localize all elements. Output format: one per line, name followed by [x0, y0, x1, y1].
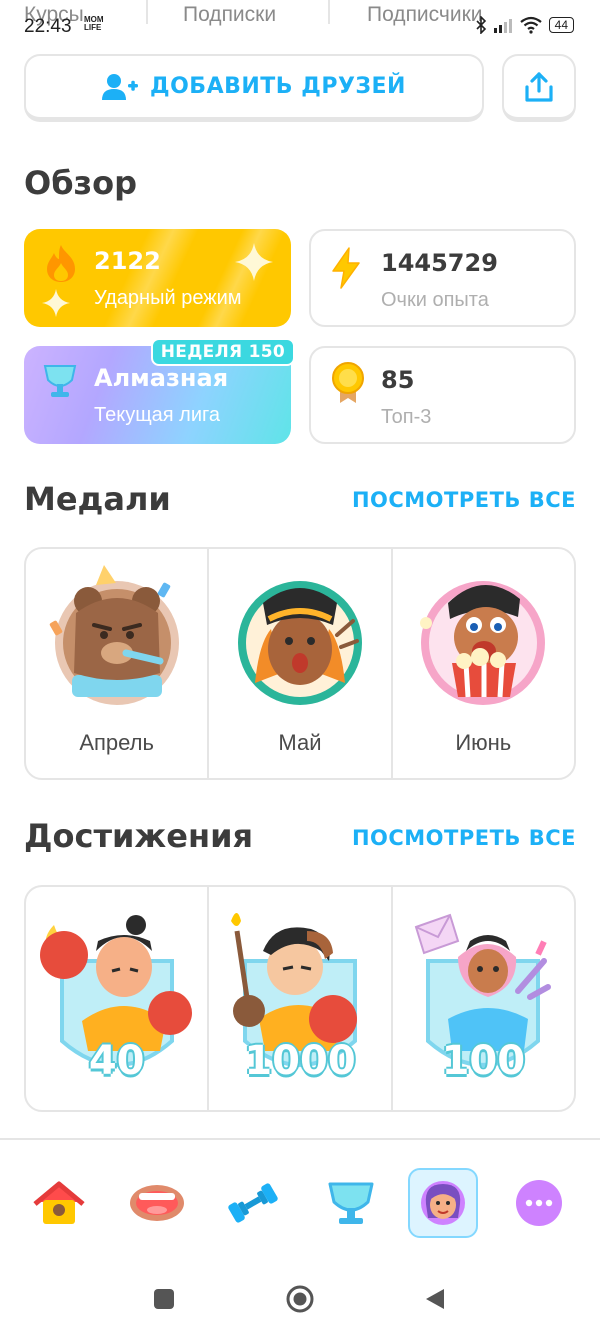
wreath-medal-icon [237, 581, 362, 705]
status-time: 22:43 [24, 16, 72, 37]
status-app-badge: MOM LIFE [84, 15, 104, 32]
nav-profile[interactable] [408, 1168, 478, 1238]
flame-icon [47, 245, 75, 282]
add-user-icon [102, 73, 139, 100]
battery-indicator: 44 [548, 17, 574, 33]
streak-value: 2122 [94, 247, 161, 275]
xp-label: Очки опыта [381, 289, 489, 311]
achievements-panel: 40 1000 100 [24, 885, 576, 1112]
top3-card[interactable]: 85 Топ-3 [309, 346, 576, 444]
streak-label: Ударный режим [94, 287, 242, 309]
medals-panel: Апрель Май Июнь [24, 547, 576, 780]
back-triangle-icon [426, 1289, 444, 1309]
sparkle-icon [235, 243, 273, 281]
back-button[interactable] [420, 1284, 450, 1314]
achievement-card[interactable]: 1000 [209, 887, 393, 1110]
wifi-icon [519, 16, 542, 34]
achievements-view-all-link[interactable]: ПОСМОТРЕТЬ ВСЕ [352, 826, 576, 850]
achievements-title: Достижения [24, 817, 254, 855]
lightning-icon [332, 247, 360, 289]
signal-icon [493, 19, 512, 33]
leagues-icon [328, 1182, 374, 1224]
diamond-trophy-icon [43, 365, 77, 397]
bear-medal-icon [49, 565, 179, 705]
add-friends-button[interactable]: ДОБАВИТЬ ДРУЗЕЙ [24, 54, 484, 122]
status-bar: 22:43 MOM LIFE 44 [0, 0, 600, 40]
medal-name: Апрель [79, 730, 154, 755]
week-badge: НЕДЕЛЯ 150 [150, 338, 295, 366]
sparkle-icon [42, 289, 70, 317]
speaking-icon [130, 1185, 184, 1221]
share-icon [525, 71, 553, 102]
achievement-value: 100 [441, 1038, 526, 1084]
achievement-value: 40 [88, 1038, 145, 1084]
practice-icon [228, 1183, 278, 1223]
medal-name: Июнь [455, 730, 512, 755]
medal-name: Май [278, 730, 322, 755]
nav-leagues[interactable] [316, 1168, 386, 1238]
recent-apps-button[interactable] [149, 1284, 179, 1314]
medals-view-all-link[interactable]: ПОСМОТРЕТЬ ВСЕ [352, 488, 576, 512]
medal-card-may[interactable]: Май [209, 549, 393, 778]
medal-card-april[interactable]: Апрель [26, 549, 210, 778]
nav-more[interactable] [504, 1168, 574, 1238]
popcorn-medal-icon [420, 581, 546, 705]
medal-card-june[interactable]: Июнь [393, 549, 574, 778]
more-icon [516, 1180, 562, 1226]
share-button[interactable] [502, 54, 576, 122]
overview-title: Обзор [24, 164, 138, 202]
square-icon [154, 1289, 174, 1309]
nav-speaking[interactable] [122, 1168, 192, 1238]
achievement-card[interactable]: 40 [26, 887, 210, 1110]
xp-card[interactable]: 1445729 Очки опыта [309, 229, 576, 327]
bottom-nav [0, 1138, 600, 1260]
circle-icon [286, 1285, 314, 1313]
league-label: Текущая лига [94, 404, 220, 426]
streak-card[interactable]: 2122 Ударный режим [24, 229, 291, 327]
home-icon [33, 1181, 85, 1224]
top3-value: 85 [381, 366, 415, 394]
bluetooth-icon [476, 16, 486, 34]
nav-practice[interactable] [218, 1168, 288, 1238]
add-friends-label: ДОБАВИТЬ ДРУЗЕЙ [150, 74, 406, 99]
medals-title: Медали [24, 480, 171, 518]
achievement-value: 1000 [244, 1038, 356, 1084]
league-value: Алмазная [94, 364, 229, 392]
status-icons: 44 [475, 16, 574, 34]
xp-value: 1445729 [381, 249, 498, 277]
profile-icon [421, 1181, 465, 1225]
top3-label: Топ-3 [381, 406, 432, 428]
home-system-button[interactable] [285, 1284, 315, 1314]
system-nav-bar [0, 1260, 600, 1333]
medal-icon [332, 362, 364, 403]
league-card[interactable]: Алмазная Текущая лига НЕДЕЛЯ 150 [24, 338, 295, 444]
achievement-card[interactable]: 100 [393, 887, 574, 1110]
nav-home[interactable] [24, 1168, 94, 1238]
